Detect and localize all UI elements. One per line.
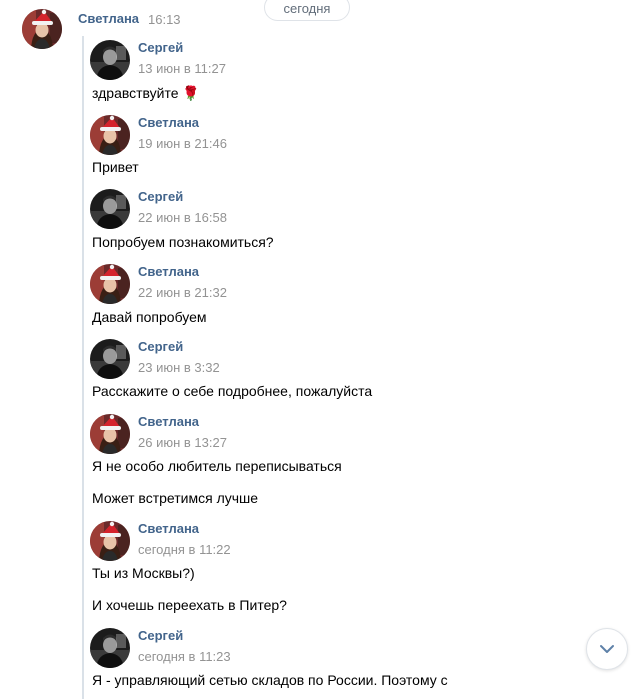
forwarded-sender-name[interactable]: Светлана [138, 115, 199, 130]
sender-name[interactable]: Светлана [78, 11, 139, 26]
male-avatar-icon[interactable] [90, 339, 130, 379]
message-text: Ты из Москвы?) [92, 565, 195, 581]
forwarded-sender-name[interactable]: Сергей [138, 40, 183, 55]
forwarded-message-time[interactable]: 23 июн в 3:32 [138, 360, 220, 375]
forwarded-sender-name[interactable]: Сергей [138, 189, 183, 204]
forwarded-message-time[interactable]: 13 июн в 11:27 [138, 61, 226, 76]
scroll-down-button[interactable] [586, 628, 628, 670]
message-time[interactable]: 16:13 [148, 12, 181, 27]
female-avatar-icon[interactable] [90, 264, 130, 304]
message-text: Привет [92, 159, 139, 175]
date-divider: сегодня [264, 0, 350, 21]
forwarded-message-time[interactable]: 22 июн в 16:58 [138, 210, 227, 225]
forwarded-message-time[interactable]: 19 июн в 21:46 [138, 136, 227, 151]
forwarded-message-time[interactable]: сегодня в 11:23 [138, 649, 231, 664]
forwarded-message-time[interactable]: 26 июн в 13:27 [138, 435, 227, 450]
forwarded-sender-name[interactable]: Светлана [138, 414, 199, 429]
forwarded-message-time[interactable]: сегодня в 11:22 [138, 542, 231, 557]
message-text: Попробуем познакомиться? [92, 234, 274, 250]
message-text: Может встретимся лучше [92, 490, 259, 506]
female-avatar-icon[interactable] [90, 414, 130, 454]
chevron-down-icon [599, 644, 615, 654]
message-text: И хочешь переехать в Питер? [92, 597, 287, 613]
message-text: здравствуйте 🌹 [92, 85, 200, 101]
female-avatar-icon[interactable] [90, 521, 130, 561]
forwarded-message-time[interactable]: 22 июн в 21:32 [138, 285, 227, 300]
male-avatar-icon[interactable] [90, 40, 130, 80]
forwarded-sender-name[interactable]: Светлана [138, 264, 199, 279]
message-text: Давай попробуем [92, 309, 207, 325]
message-text: Я - управляющий сетью складов по России.… [92, 672, 448, 688]
avatar[interactable] [22, 9, 62, 49]
male-avatar-icon[interactable] [90, 628, 130, 668]
male-avatar-icon[interactable] [90, 189, 130, 229]
message-text: Расскажите о себе подробнее, пожалуйста [92, 383, 373, 399]
forwarded-sender-name[interactable]: Сергей [138, 339, 183, 354]
forwarded-sender-name[interactable]: Сергей [138, 628, 183, 643]
forwarded-sender-name[interactable]: Светлана [138, 521, 199, 536]
female-avatar-icon[interactable] [90, 115, 130, 155]
forwarded-messages-line [82, 36, 84, 699]
message-text: Я не особо любитель переписываться [92, 458, 342, 474]
